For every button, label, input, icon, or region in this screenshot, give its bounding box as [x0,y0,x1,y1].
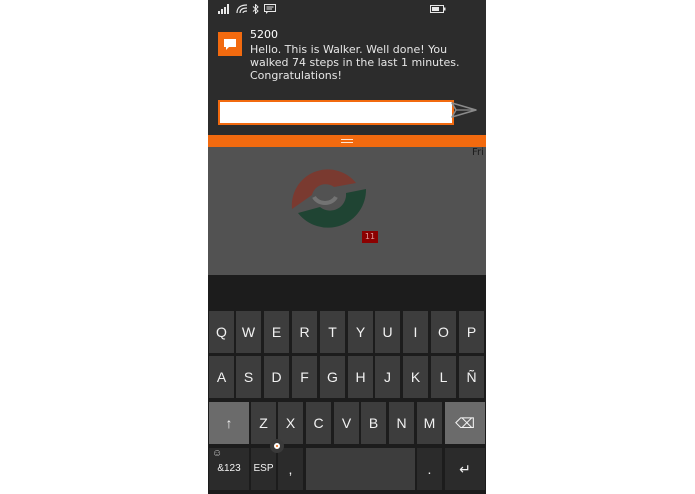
key-v[interactable]: V [334,402,359,444]
key-n-tilde[interactable]: Ñ [459,356,484,398]
key-e[interactable]: E [264,311,289,353]
drag-handle-icon [341,139,353,143]
key-l[interactable]: L [431,356,456,398]
phone-screen: 5200 Hello. This is Walker. Well done! Y… [208,0,486,494]
key-d[interactable]: D [264,356,289,398]
key-p[interactable]: P [459,311,484,353]
bluetooth-icon [252,4,259,14]
notification-title: 5200 [250,28,278,41]
key-h[interactable]: H [348,356,373,398]
emoji-icon: ☺ [212,448,223,459]
keyboard: Q W E R T Y U I O P A S D F G H J K L Ñ … [208,309,486,494]
key-x[interactable]: X [278,402,303,444]
send-button[interactable] [448,98,480,122]
notification-message: Hello. This is Walker. Well done! You wa… [250,43,460,82]
key-c[interactable]: C [306,402,331,444]
symbols-key-label: &123 [217,463,241,474]
enter-key[interactable]: ↵ [445,448,485,490]
message-icon [264,4,276,14]
space-bar[interactable] [306,448,415,490]
language-key[interactable]: ESP [251,448,276,490]
key-a[interactable]: A [209,356,234,398]
app-logo [291,169,367,228]
comma-key[interactable]: , [278,448,303,490]
shift-key[interactable]: ↑ [209,402,249,444]
wifi-icon [236,4,248,14]
key-g[interactable]: G [320,356,345,398]
key-m[interactable]: M [417,402,442,444]
day-label: Fri [472,147,484,158]
key-b[interactable]: B [361,402,386,444]
battery-icon [430,5,446,13]
count-badge: 11 [362,231,378,243]
app-background: Fri 11 [208,147,486,275]
signal-icon [218,4,229,14]
reply-input[interactable] [218,100,454,125]
key-u[interactable]: U [375,311,400,353]
key-z[interactable]: Z [251,402,276,444]
key-o[interactable]: O [431,311,456,353]
key-f[interactable]: F [292,356,317,398]
symbols-key[interactable]: ☺ &123 [209,448,249,490]
key-r[interactable]: R [292,311,317,353]
key-w[interactable]: W [236,311,261,353]
key-j[interactable]: J [375,356,400,398]
notification-banner[interactable]: 5200 Hello. This is Walker. Well done! Y… [208,18,486,135]
key-s[interactable]: S [236,356,261,398]
key-i[interactable]: I [403,311,428,353]
key-q[interactable]: Q [209,311,234,353]
period-key[interactable]: . [417,448,442,490]
status-bar [208,0,486,18]
keyboard-suggestion-bar [208,275,486,309]
backspace-key[interactable]: ⌫ [445,402,485,444]
key-k[interactable]: K [403,356,428,398]
notification-drag-handle[interactable] [208,135,486,147]
send-icon [451,102,477,118]
cursor-control-dot[interactable] [270,439,284,453]
chat-bubble-icon [218,32,242,56]
key-n[interactable]: N [389,402,414,444]
key-t[interactable]: T [320,311,345,353]
key-y[interactable]: Y [348,311,373,353]
